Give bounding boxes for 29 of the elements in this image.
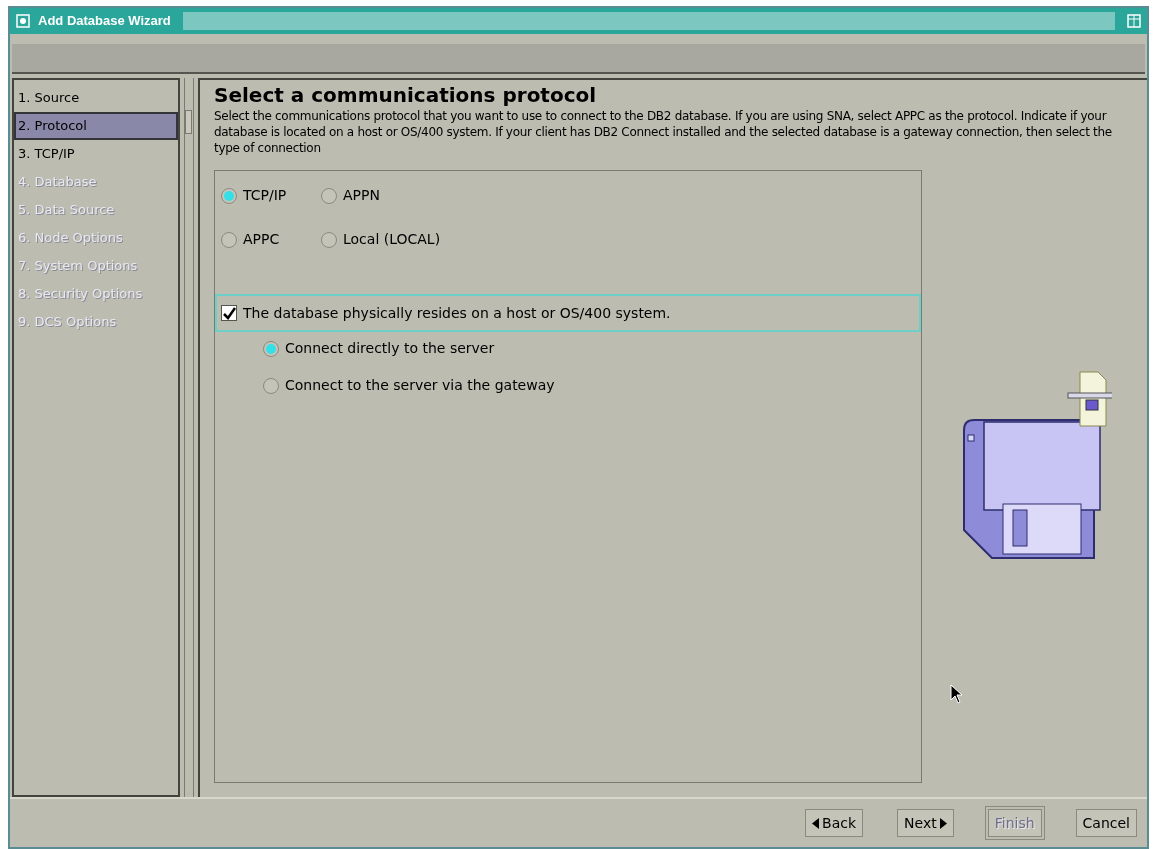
radio-label[interactable]: Connect directly to the server	[285, 338, 495, 359]
radio-label[interactable]: Connect to the server via the gateway	[285, 375, 555, 396]
radio-button[interactable]	[221, 231, 237, 248]
mouse-pointer-icon	[950, 684, 964, 704]
radio-button[interactable]	[321, 187, 337, 204]
window-title: Add Database Wizard	[38, 12, 171, 31]
wizard-button[interactable]: Next	[897, 809, 954, 837]
radio-button[interactable]	[221, 187, 237, 204]
wizard-button[interactable]: Cancel	[1075, 809, 1137, 837]
window-menu-icon[interactable]	[16, 14, 30, 28]
step-item[interactable]: 1. Source	[14, 84, 178, 112]
step-item[interactable]: 2. Protocol	[14, 112, 178, 140]
splitter-handle[interactable]	[185, 110, 192, 134]
step-item[interactable]: 3. TCP/IP	[14, 140, 178, 168]
radio-label[interactable]: APPC	[243, 229, 280, 250]
maximize-icon[interactable]	[1127, 14, 1141, 28]
checkbox-label[interactable]: The database physically resides on a host or OS/400 system.	[243, 302, 671, 324]
radio-label[interactable]: TCP/IP	[243, 185, 287, 206]
radio-button[interactable]	[263, 377, 279, 394]
radio-label[interactable]: Local (LOCAL)	[343, 229, 441, 250]
radio-label[interactable]: APPN	[343, 185, 380, 206]
checkbox[interactable]	[221, 305, 237, 321]
description-text: Select the communications protocol that you want to use to connect to the DB2 database. If you are using SNA, select APPC as the protocol. Indicate if your database is located on a host or OS/400 system. If your client has DB2 Connect installed and the selected database is a gateway connection, then select the type of connection	[214, 108, 1113, 156]
radio-button[interactable]	[321, 231, 337, 248]
right-triangle-icon	[939, 817, 947, 829]
page-heading: Select a communications protocol	[214, 82, 598, 108]
wizard-button[interactable]: Back	[805, 809, 864, 837]
left-triangle-icon	[812, 817, 820, 829]
radio-button[interactable]	[263, 340, 279, 357]
